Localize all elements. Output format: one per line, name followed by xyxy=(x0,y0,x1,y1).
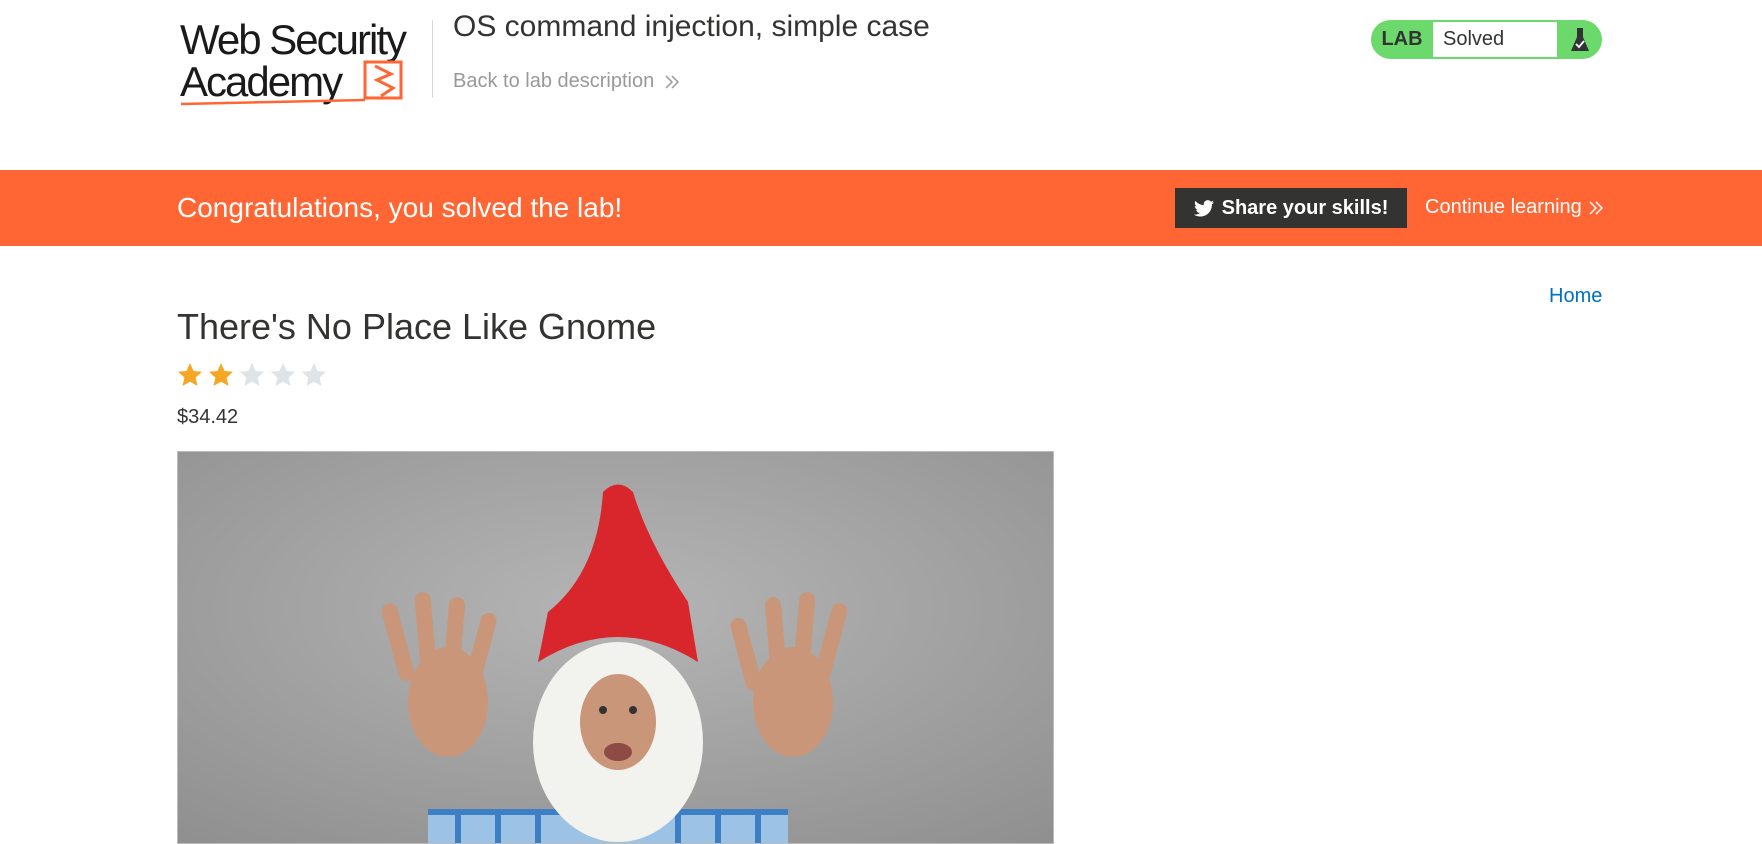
lab-status-badge: LAB Solved xyxy=(1371,20,1602,59)
lab-tag: LAB xyxy=(1381,28,1423,50)
logo-text-line2: Academy xyxy=(180,58,343,105)
logo-divider xyxy=(432,20,433,98)
double-chevron-right-icon xyxy=(665,74,680,89)
share-button-label: Share your skills! xyxy=(1221,196,1389,219)
flask-icon xyxy=(1557,20,1602,59)
product-rating xyxy=(177,362,327,388)
product-price: $34.42 xyxy=(177,406,239,428)
solved-banner: Congratulations, you solved the lab! Sha… xyxy=(0,170,1762,246)
star-empty-icon xyxy=(271,363,295,386)
gnome-costume-photo xyxy=(178,452,1053,843)
back-link-label: Back to lab description xyxy=(453,70,655,92)
congratulations-message: Congratulations, you solved the lab! xyxy=(177,192,623,223)
web-security-academy-logo[interactable]: Web Security Academy xyxy=(177,16,432,112)
lab-status-text: Solved xyxy=(1433,22,1557,57)
page-header: Web Security Academy OS command injectio… xyxy=(0,0,1762,170)
continue-learning-link[interactable]: Continue learning xyxy=(1425,196,1604,219)
back-to-lab-description-link[interactable]: Back to lab description xyxy=(453,70,680,93)
product-image xyxy=(177,451,1054,844)
star-empty-icon xyxy=(240,363,264,386)
lab-title: OS command injection, simple case xyxy=(453,10,930,43)
star-empty-icon xyxy=(302,363,326,386)
double-chevron-right-icon xyxy=(1589,200,1603,215)
share-your-skills-button[interactable]: Share your skills! xyxy=(1175,188,1407,228)
logo-text-line1: Web Security xyxy=(180,16,407,63)
star-filled-icon xyxy=(209,363,233,386)
continue-learning-label: Continue learning xyxy=(1425,196,1582,218)
star-filled-icon xyxy=(178,363,202,386)
home-link[interactable]: Home xyxy=(1549,285,1602,308)
twitter-icon xyxy=(1193,199,1214,216)
product-title: There's No Place Like Gnome xyxy=(177,306,657,347)
